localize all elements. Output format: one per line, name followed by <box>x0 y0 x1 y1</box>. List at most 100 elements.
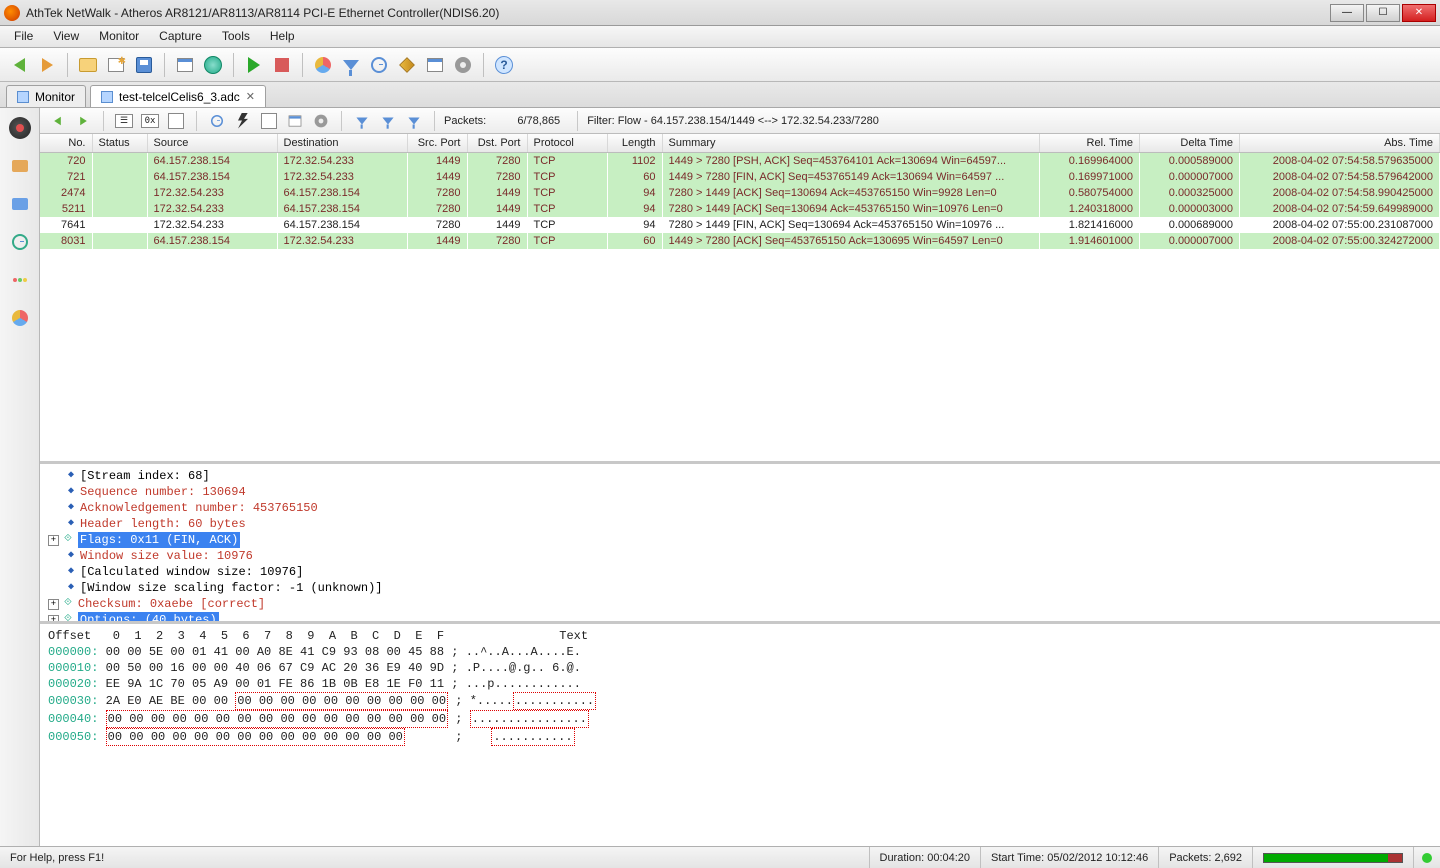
packet-list-header[interactable]: No. Status Source Destination Src. Port … <box>40 134 1440 153</box>
sidebar-pie[interactable] <box>6 304 34 332</box>
folder-icon <box>79 58 97 72</box>
pie-chart-icon <box>315 57 331 73</box>
packet-detail-tree[interactable]: ◆[Stream index: 68] ◆Sequence number: 13… <box>40 464 1440 624</box>
sidebar-blue[interactable] <box>6 190 34 218</box>
col-len[interactable]: Length <box>607 134 662 153</box>
layers-icon <box>289 115 302 126</box>
maximize-button[interactable]: ☐ <box>1366 4 1400 22</box>
tool-bolt[interactable] <box>232 110 254 132</box>
tree-ack[interactable]: ◆Acknowledgement number: 453765150 <box>48 500 1432 516</box>
stop-capture-button[interactable] <box>269 52 295 78</box>
hex-icon: 0x <box>141 114 159 128</box>
stats-button[interactable] <box>310 52 336 78</box>
clock-button[interactable] <box>366 52 392 78</box>
cube-icon <box>399 57 415 73</box>
filter-2[interactable] <box>377 110 399 132</box>
tab-label: Monitor <box>35 90 75 104</box>
tree-checksum[interactable]: +⟐Checksum: 0xaebe [correct] <box>48 596 1432 612</box>
menu-help[interactable]: Help <box>260 26 305 47</box>
menu-monitor[interactable]: Monitor <box>89 26 149 47</box>
cube-button[interactable] <box>394 52 420 78</box>
pie-icon <box>12 310 28 326</box>
filter-1[interactable] <box>351 110 373 132</box>
list-button[interactable] <box>172 52 198 78</box>
status-packets: Packets: 2,692 <box>1159 847 1253 868</box>
col-dstport[interactable]: Dst. Port <box>467 134 527 153</box>
status-progress <box>1253 847 1414 868</box>
window-button[interactable] <box>422 52 448 78</box>
tree-win[interactable]: ◆Window size value: 10976 <box>48 548 1432 564</box>
table-row[interactable]: 7641172.32.54.23364.157.238.15472801449T… <box>40 217 1440 233</box>
filter-summary: Filter: Flow - 64.157.238.154/1449 <--> … <box>587 115 879 127</box>
table-row[interactable]: 72064.157.238.154172.32.54.23314497280TC… <box>40 153 1440 170</box>
tree-flags[interactable]: +⟐Flags: 0x11 (FIN, ACK) <box>48 532 1432 548</box>
nav-back[interactable] <box>46 110 68 132</box>
filter-button[interactable] <box>338 52 364 78</box>
table-row[interactable]: 72164.157.238.154172.32.54.23314497280TC… <box>40 169 1440 185</box>
clock-icon <box>211 115 223 127</box>
back-button[interactable] <box>6 52 32 78</box>
menu-capture[interactable]: Capture <box>149 26 212 47</box>
new-button[interactable] <box>103 52 129 78</box>
help-button[interactable]: ? <box>491 52 517 78</box>
file-tab-icon <box>101 91 113 103</box>
col-rel[interactable]: Rel. Time <box>1040 134 1140 153</box>
col-delta[interactable]: Delta Time <box>1140 134 1240 153</box>
tree-calc-win[interactable]: ◆[Calculated window size: 10976] <box>48 564 1432 580</box>
nav-fwd[interactable] <box>72 110 94 132</box>
col-proto[interactable]: Protocol <box>527 134 607 153</box>
expand-icon[interactable]: + <box>48 599 59 610</box>
tree-seq[interactable]: ◆Sequence number: 130694 <box>48 484 1432 500</box>
hex-dump[interactable]: Offset 0 1 2 3 4 5 6 7 8 9 A B C D E F T… <box>40 624 1440 846</box>
table-row[interactable]: 5211172.32.54.23364.157.238.15472801449T… <box>40 201 1440 217</box>
globe-button[interactable] <box>200 52 226 78</box>
col-no[interactable]: No. <box>40 134 92 153</box>
tool-grid2[interactable] <box>258 110 280 132</box>
col-summary[interactable]: Summary <box>662 134 1040 153</box>
table-row[interactable]: 803164.157.238.154172.32.54.23314497280T… <box>40 233 1440 249</box>
tool-gear[interactable] <box>310 110 332 132</box>
viewmode-1[interactable]: ☰ <box>113 110 135 132</box>
tree-scale[interactable]: ◆[Window size scaling factor: -1 (unknow… <box>48 580 1432 596</box>
col-status[interactable]: Status <box>92 134 147 153</box>
tree-header-len[interactable]: ◆Header length: 60 bytes <box>48 516 1432 532</box>
sidebar-search[interactable] <box>6 228 34 256</box>
tab-close-button[interactable]: ✕ <box>246 90 255 103</box>
col-abs[interactable]: Abs. Time <box>1240 134 1440 153</box>
col-source[interactable]: Source <box>147 134 277 153</box>
app-icon <box>4 5 20 21</box>
filter-3[interactable] <box>403 110 425 132</box>
menu-view[interactable]: View <box>43 26 89 47</box>
table-row[interactable]: 2474172.32.54.23364.157.238.15472801449T… <box>40 185 1440 201</box>
window-titlebar: AthTek NetWalk - Atheros AR8121/AR8113/A… <box>0 0 1440 26</box>
close-button[interactable]: ✕ <box>1402 4 1436 22</box>
forward-button[interactable] <box>34 52 60 78</box>
tab-monitor[interactable]: Monitor <box>6 85 86 107</box>
tool-layers[interactable] <box>284 110 306 132</box>
tool-clock[interactable] <box>206 110 228 132</box>
settings-button[interactable] <box>450 52 476 78</box>
sidebar-dots[interactable] <box>6 266 34 294</box>
progress-bar <box>1263 853 1403 863</box>
menu-file[interactable]: File <box>4 26 43 47</box>
menu-tools[interactable]: Tools <box>212 26 260 47</box>
start-capture-button[interactable] <box>241 52 267 78</box>
save-button[interactable] <box>131 52 157 78</box>
expand-icon[interactable]: + <box>48 535 59 546</box>
tab-file[interactable]: test-telcelCelis6_3.adc ✕ <box>90 85 266 107</box>
viewmode-grid[interactable] <box>165 110 187 132</box>
tree-stream-index[interactable]: ◆[Stream index: 68] <box>48 468 1432 484</box>
sidebar-capture[interactable] <box>6 114 34 142</box>
expand-icon[interactable]: + <box>48 615 59 625</box>
col-dest[interactable]: Destination <box>277 134 407 153</box>
col-srcport[interactable]: Src. Port <box>407 134 467 153</box>
minimize-button[interactable]: — <box>1330 4 1364 22</box>
grid-icon <box>168 113 184 129</box>
sidebar-orange[interactable] <box>6 152 34 180</box>
tree-options[interactable]: +⟐Options: (40 bytes) <box>48 612 1432 624</box>
packet-list[interactable]: No. Status Source Destination Src. Port … <box>40 134 1440 464</box>
monitor-tab-icon <box>17 91 29 103</box>
open-button[interactable] <box>75 52 101 78</box>
funnel-icon <box>382 117 393 124</box>
viewmode-hex[interactable]: 0x <box>139 110 161 132</box>
